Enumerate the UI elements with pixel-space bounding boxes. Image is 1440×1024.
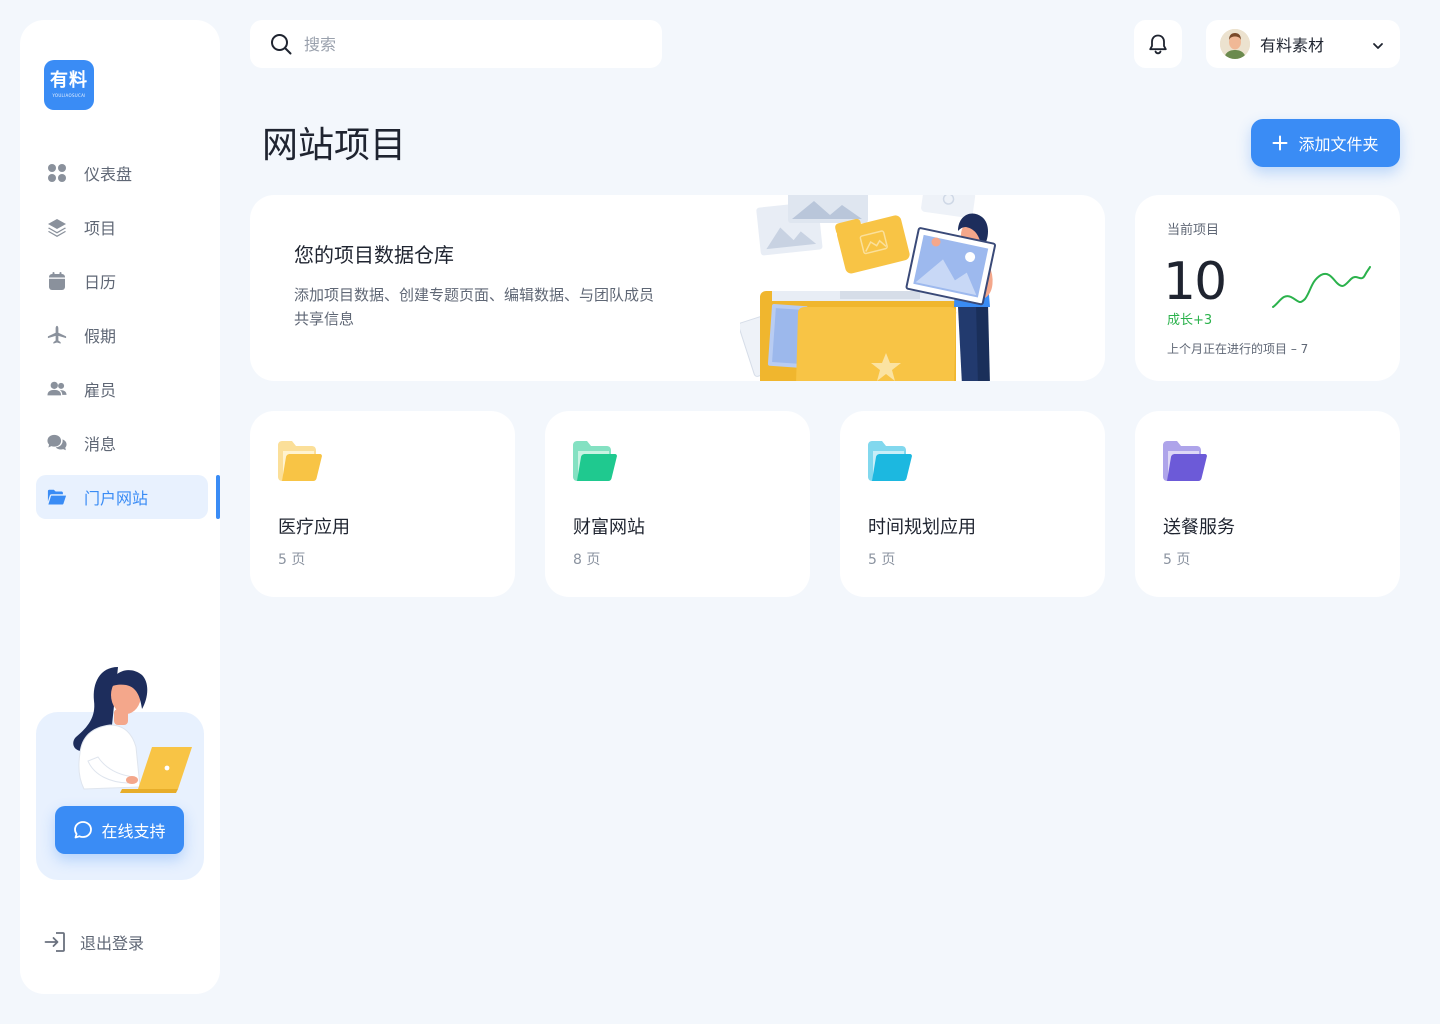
bell-icon — [1147, 33, 1169, 55]
dashboard-icon — [47, 163, 67, 183]
calendar-icon — [47, 271, 67, 291]
search-input[interactable] — [304, 34, 644, 54]
sidebar-item-label: 仪表盘 — [84, 165, 133, 184]
online-support-label: 在线支持 — [101, 822, 166, 841]
user-name: 有料素材 — [1260, 36, 1325, 55]
current-projects-card: 当前项目 10 成长+3 上个月正在进行的项目 – 7 — [1135, 195, 1400, 381]
sidebar-item-label: 门户网站 — [84, 489, 149, 508]
chat-icon — [47, 433, 67, 453]
airplane-icon — [47, 325, 67, 345]
folder-card[interactable]: 医疗应用 5 页 — [250, 411, 515, 597]
plus-icon — [1272, 135, 1288, 151]
folder-name: 时间规划应用 — [868, 517, 976, 538]
hero-title: 您的项目数据仓库 — [294, 243, 454, 267]
sidebar: 有料 YOULIAOSUCAI 仪表盘 项目 日历 假期 雇员 消息 门户网站 … — [20, 20, 220, 994]
logo-subtext: YOULIAOSUCAI — [52, 93, 86, 98]
folder-name: 财富网站 — [573, 517, 645, 538]
folder-icon — [278, 441, 322, 481]
add-folder-button[interactable]: 添加文件夹 — [1251, 119, 1400, 167]
sidebar-item-portal[interactable]: 门户网站 — [36, 475, 220, 519]
stats-label: 当前项目 — [1167, 223, 1220, 238]
stats-footnote: 上个月正在进行的项目 – 7 — [1167, 342, 1309, 356]
logout-button[interactable]: 退出登录 — [44, 930, 144, 954]
hero-card: 您的项目数据仓库 添加项目数据、创建专题页面、编辑数据、与团队成员共享信息 — [250, 195, 1105, 381]
logout-icon — [44, 931, 66, 953]
search-icon[interactable] — [270, 33, 292, 55]
folder-icon — [868, 441, 912, 481]
app-logo[interactable]: 有料 YOULIAOSUCAI — [44, 60, 94, 110]
users-icon — [47, 379, 67, 399]
sidebar-item-label: 日历 — [84, 273, 117, 292]
avatar — [1220, 29, 1250, 59]
folder-card[interactable]: 财富网站 8 页 — [545, 411, 810, 597]
logo-text: 有料 — [50, 70, 88, 91]
sidebar-item-calendar[interactable]: 日历 — [36, 259, 208, 303]
chat-bubble-icon — [73, 820, 93, 840]
folder-grid: 医疗应用 5 页 财富网站 8 页 时间规划应用 5 页 送餐服务 5 页 — [250, 411, 1400, 597]
online-support-button[interactable]: 在线支持 — [55, 806, 184, 854]
add-folder-label: 添加文件夹 — [1298, 135, 1379, 154]
folder-name: 送餐服务 — [1163, 517, 1235, 538]
hero-illustration — [740, 195, 996, 381]
stats-value: 10 — [1163, 252, 1227, 312]
page-title: 网站项目 — [262, 125, 407, 166]
sidebar-item-label: 消息 — [84, 435, 117, 454]
sidebar-item-label: 项目 — [84, 219, 117, 238]
sidebar-item-vacation[interactable]: 假期 — [36, 313, 208, 357]
sidebar-item-label: 假期 — [84, 327, 117, 346]
folder-page-count: 5 页 — [278, 552, 306, 568]
folder-open-icon — [47, 487, 67, 507]
chevron-down-icon — [1372, 37, 1384, 56]
folder-card[interactable]: 送餐服务 5 页 — [1135, 411, 1400, 597]
sidebar-nav: 仪表盘 项目 日历 假期 雇员 消息 门户网站 — [36, 151, 220, 529]
stats-growth: 成长+3 — [1167, 313, 1213, 328]
folder-page-count: 5 页 — [1163, 552, 1191, 568]
support-illustration — [73, 667, 192, 793]
search-bar — [250, 20, 662, 68]
folder-page-count: 8 页 — [573, 552, 601, 568]
layers-icon — [47, 217, 67, 237]
logout-label: 退出登录 — [80, 934, 145, 953]
notifications-button[interactable] — [1134, 20, 1182, 68]
sidebar-item-employees[interactable]: 雇员 — [36, 367, 208, 411]
hero-description: 添加项目数据、创建专题页面、编辑数据、与团队成员共享信息 — [294, 286, 655, 328]
user-menu[interactable]: 有料素材 — [1206, 20, 1400, 68]
folder-name: 医疗应用 — [278, 517, 350, 538]
folder-page-count: 5 页 — [868, 552, 896, 568]
folder-card[interactable]: 时间规划应用 5 页 — [840, 411, 1105, 597]
folder-icon — [573, 441, 617, 481]
sidebar-item-dashboard[interactable]: 仪表盘 — [36, 151, 208, 195]
sidebar-item-projects[interactable]: 项目 — [36, 205, 208, 249]
folder-icon — [1163, 441, 1207, 481]
sidebar-item-messages[interactable]: 消息 — [36, 421, 208, 465]
trend-sparkline — [1272, 266, 1371, 308]
sidebar-item-label: 雇员 — [84, 381, 117, 400]
